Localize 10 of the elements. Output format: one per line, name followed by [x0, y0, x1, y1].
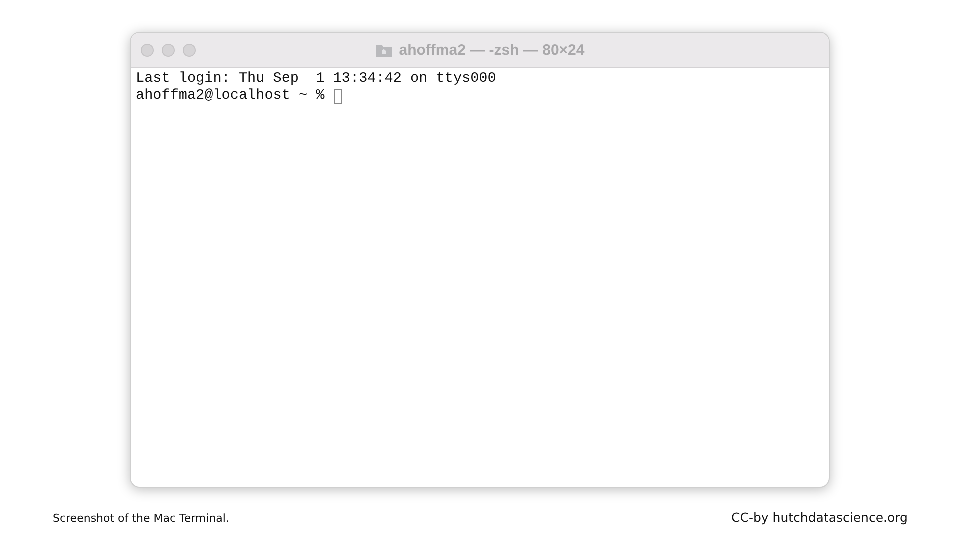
close-button[interactable] — [141, 44, 154, 56]
window-title: ahoffma2 — -zsh — 80×24 — [399, 42, 585, 58]
credit-text: CC-by hutchdatascience.org — [732, 510, 908, 525]
shell-prompt: ahoffma2@localhost ~ % — [136, 88, 325, 105]
text-cursor — [334, 89, 342, 104]
terminal-line: Last login: Thu Sep 1 13:34:42 on ttys000 — [136, 71, 498, 88]
caption: Screenshot of the Mac Terminal. — [53, 512, 230, 525]
minimize-button[interactable] — [162, 44, 175, 56]
zoom-button[interactable] — [183, 44, 196, 56]
folder-icon — [375, 42, 394, 58]
